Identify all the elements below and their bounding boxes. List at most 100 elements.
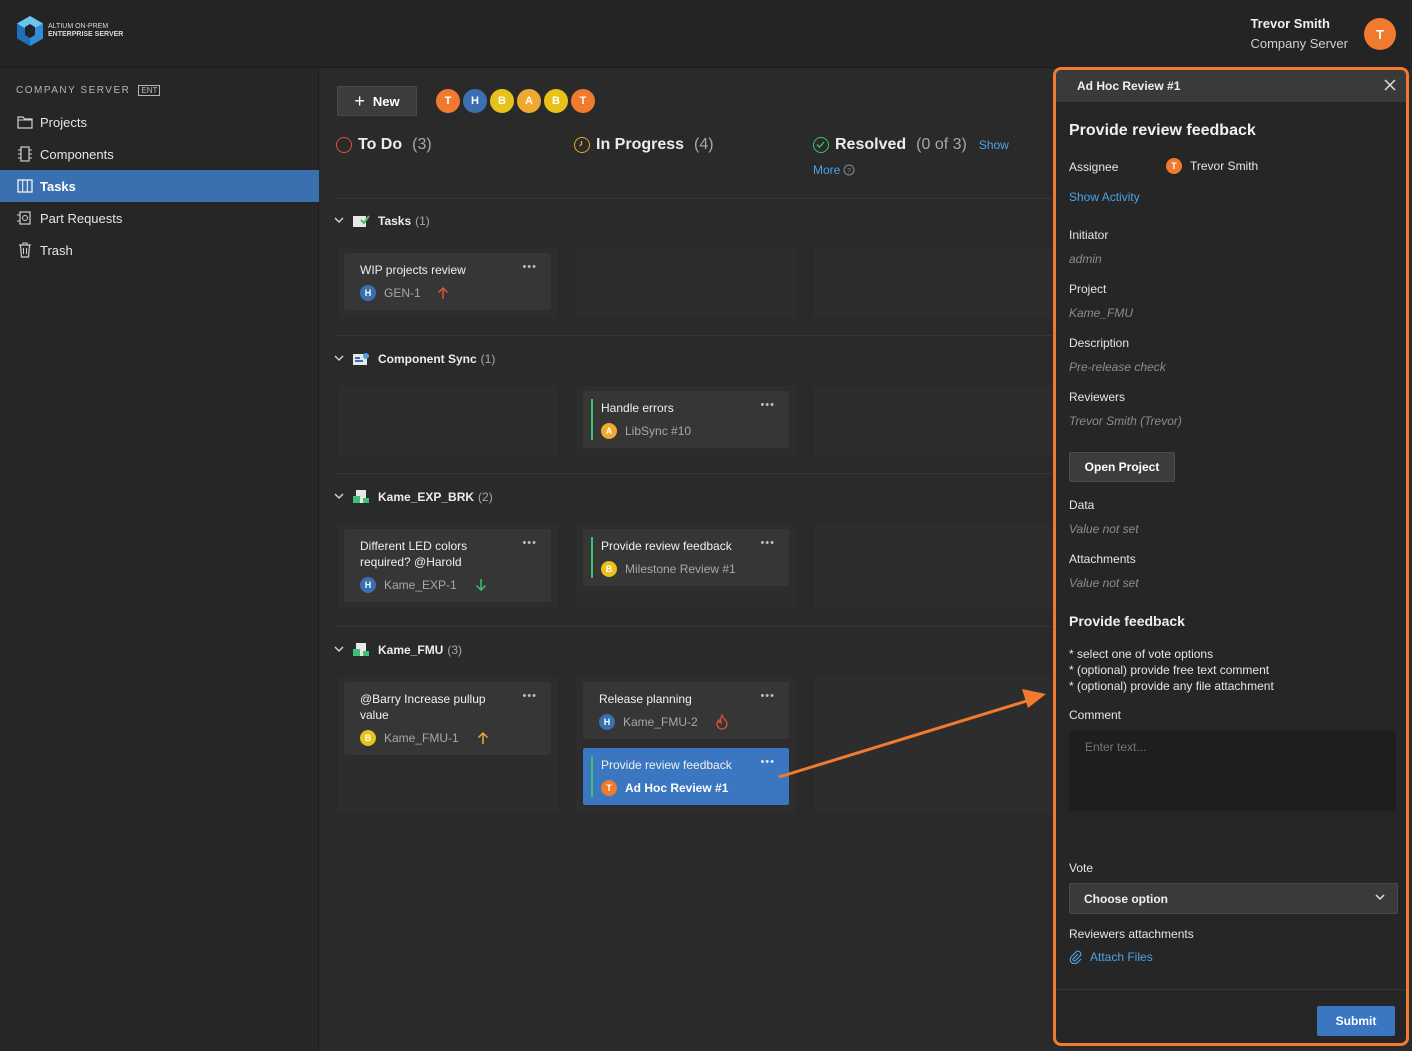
more-options-icon[interactable]: ••• [522, 690, 537, 702]
logo-text: ALTIUM ON-PREM ENTERPRISE SERVER [48, 23, 123, 39]
attachments-label: Attachments [1069, 552, 1136, 566]
more-options-icon[interactable]: ••• [522, 537, 537, 549]
task-detail-panel: Ad Hoc Review #1 Provide review feedback… [1053, 67, 1409, 1046]
vote-label: Vote [1069, 861, 1094, 875]
cell [814, 524, 1052, 609]
sidebar-item-projects[interactable]: Projects [0, 106, 319, 138]
assignee-value[interactable]: T Trevor Smith [1166, 158, 1258, 174]
filter-avatar[interactable]: H [462, 88, 488, 114]
task-card-release-planning[interactable]: Release planning ••• H Kame_FMU-2 [583, 682, 789, 739]
sidebar-item-trash[interactable]: Trash [0, 234, 319, 266]
column-count: (3) [412, 136, 432, 153]
more-options-icon[interactable]: ••• [522, 261, 537, 273]
more-options-icon[interactable]: ••• [760, 690, 775, 702]
card-title-line: @Barry Increase pullup [360, 692, 486, 706]
show-more-link-wrap[interactable]: More ? [813, 163, 855, 177]
task-card-handle-errors[interactable]: Handle errors ••• A LibSync #10 [583, 391, 789, 448]
show-activity-link[interactable]: Show Activity [1069, 190, 1140, 204]
sidebar-item-tasks[interactable]: Tasks [0, 170, 319, 202]
attachments-value: Value not set [1069, 576, 1139, 590]
data-label: Data [1069, 498, 1095, 512]
flame-icon [716, 714, 728, 730]
show-more-link[interactable]: Show [979, 138, 1009, 152]
chevron-down-icon[interactable] [334, 354, 346, 365]
panel-footer-divider [1056, 989, 1406, 990]
card-meta: B Milestone Review #1 [601, 561, 736, 577]
comment-input[interactable] [1069, 731, 1396, 811]
cell [814, 248, 1052, 318]
sidebar-item-label: Part Requests [40, 210, 123, 226]
column-count: (4) [694, 136, 714, 153]
column-title: To Do [358, 136, 403, 153]
feedback-instructions: * select one of vote options * (optional… [1069, 646, 1274, 694]
help-icon: ? [843, 164, 855, 176]
card-ref: LibSync #10 [625, 424, 692, 438]
trash-icon [16, 241, 34, 259]
reviewers-attachments-label: Reviewers attachments [1069, 927, 1194, 941]
vote-select[interactable]: Choose option [1069, 883, 1398, 914]
user-avatar[interactable]: T [1364, 18, 1396, 50]
instruction-line: * select one of vote options [1069, 647, 1214, 661]
chevron-down-icon[interactable] [334, 216, 346, 227]
task-card-review-milestone[interactable]: Provide review feedback ••• B Milestone … [583, 529, 789, 586]
more-options-icon[interactable]: ••• [760, 399, 775, 411]
edition-badge: ENT [138, 85, 161, 96]
task-card-wip[interactable]: WIP projects review ••• H GEN-1 [344, 253, 551, 310]
filter-avatar[interactable]: A [516, 88, 542, 114]
submit-button[interactable]: Submit [1317, 1006, 1395, 1036]
reviewers-label: Reviewers [1069, 390, 1126, 404]
filter-avatar[interactable]: B [489, 88, 515, 114]
task-board: + New T H B A B T To Do (3) In Progress … [320, 68, 1052, 1051]
avatar: T [1166, 158, 1182, 174]
avatar: B [360, 730, 376, 746]
avatar: H [360, 577, 376, 593]
group-kame-fmu[interactable]: Kame_FMU (3) [334, 643, 462, 657]
logo-line-2: ENTERPRISE SERVER [48, 31, 124, 38]
sidebar-item-components[interactable]: Components [0, 138, 319, 170]
sidebar: COMPANY SERVER ENT Projects Components T… [0, 68, 319, 1051]
user-info[interactable]: Trevor Smith Company Server [1250, 15, 1348, 55]
todo-status-icon [336, 137, 352, 153]
user-server: Company Server [1250, 36, 1348, 51]
chevron-down-icon[interactable] [334, 645, 346, 656]
app-logo[interactable]: ALTIUM ON-PREM ENTERPRISE SERVER [16, 15, 123, 47]
vote-selected-value: Choose option [1084, 891, 1168, 906]
task-card-led-colors[interactable]: Different LED colors required? @Harold •… [344, 529, 551, 602]
new-task-button[interactable]: + New [337, 86, 417, 116]
attach-files-link[interactable]: Attach Files [1069, 950, 1153, 964]
divider [334, 335, 1052, 336]
user-name: Trevor Smith [1250, 16, 1330, 31]
svg-text:?: ? [847, 168, 851, 175]
check-circle-icon [813, 137, 829, 153]
filter-avatar[interactable]: T [435, 88, 461, 114]
task-card-pullup[interactable]: @Barry Increase pullup value ••• B Kame_… [344, 682, 551, 755]
card-meta: H Kame_FMU-2 [599, 714, 728, 730]
column-resolved: Resolved (0 of 3) Show [813, 136, 1009, 154]
assignee-label: Assignee [1069, 160, 1119, 174]
task-card-review-adhoc-selected[interactable]: Provide review feedback ••• T Ad Hoc Rev… [583, 748, 789, 805]
group-tasks[interactable]: Tasks (1) [334, 214, 430, 228]
open-project-button[interactable]: Open Project [1069, 452, 1175, 482]
column-title: In Progress [596, 136, 685, 153]
column-count: (0 of 3) [916, 136, 967, 153]
filter-avatar[interactable]: B [543, 88, 569, 114]
chevron-down-icon[interactable] [334, 492, 346, 503]
show-more-link-cont[interactable]: More [813, 163, 840, 177]
sidebar-item-label: Projects [40, 114, 87, 130]
card-meta: B Kame_FMU-1 [360, 730, 489, 746]
group-count: (1) [480, 352, 496, 366]
card-title: Handle errors [601, 401, 674, 415]
group-kame-exp-brk[interactable]: Kame_EXP_BRK (2) [334, 490, 493, 504]
card-ref: Kame_FMU-2 [623, 715, 698, 729]
project-value: Kame_FMU [1069, 306, 1134, 320]
filter-avatar[interactable]: T [570, 88, 596, 114]
close-icon[interactable] [1382, 77, 1398, 93]
card-title: @Barry Increase pullup value [360, 691, 486, 723]
group-name: Kame_FMU [378, 643, 444, 657]
cell [338, 386, 558, 456]
group-component-sync[interactable]: Component Sync (1) [334, 352, 495, 366]
panel-titlebar: Ad Hoc Review #1 [1056, 70, 1406, 102]
sidebar-item-part-requests[interactable]: Part Requests [0, 202, 319, 234]
more-options-icon[interactable]: ••• [760, 537, 775, 549]
more-options-icon[interactable]: ••• [760, 756, 775, 768]
